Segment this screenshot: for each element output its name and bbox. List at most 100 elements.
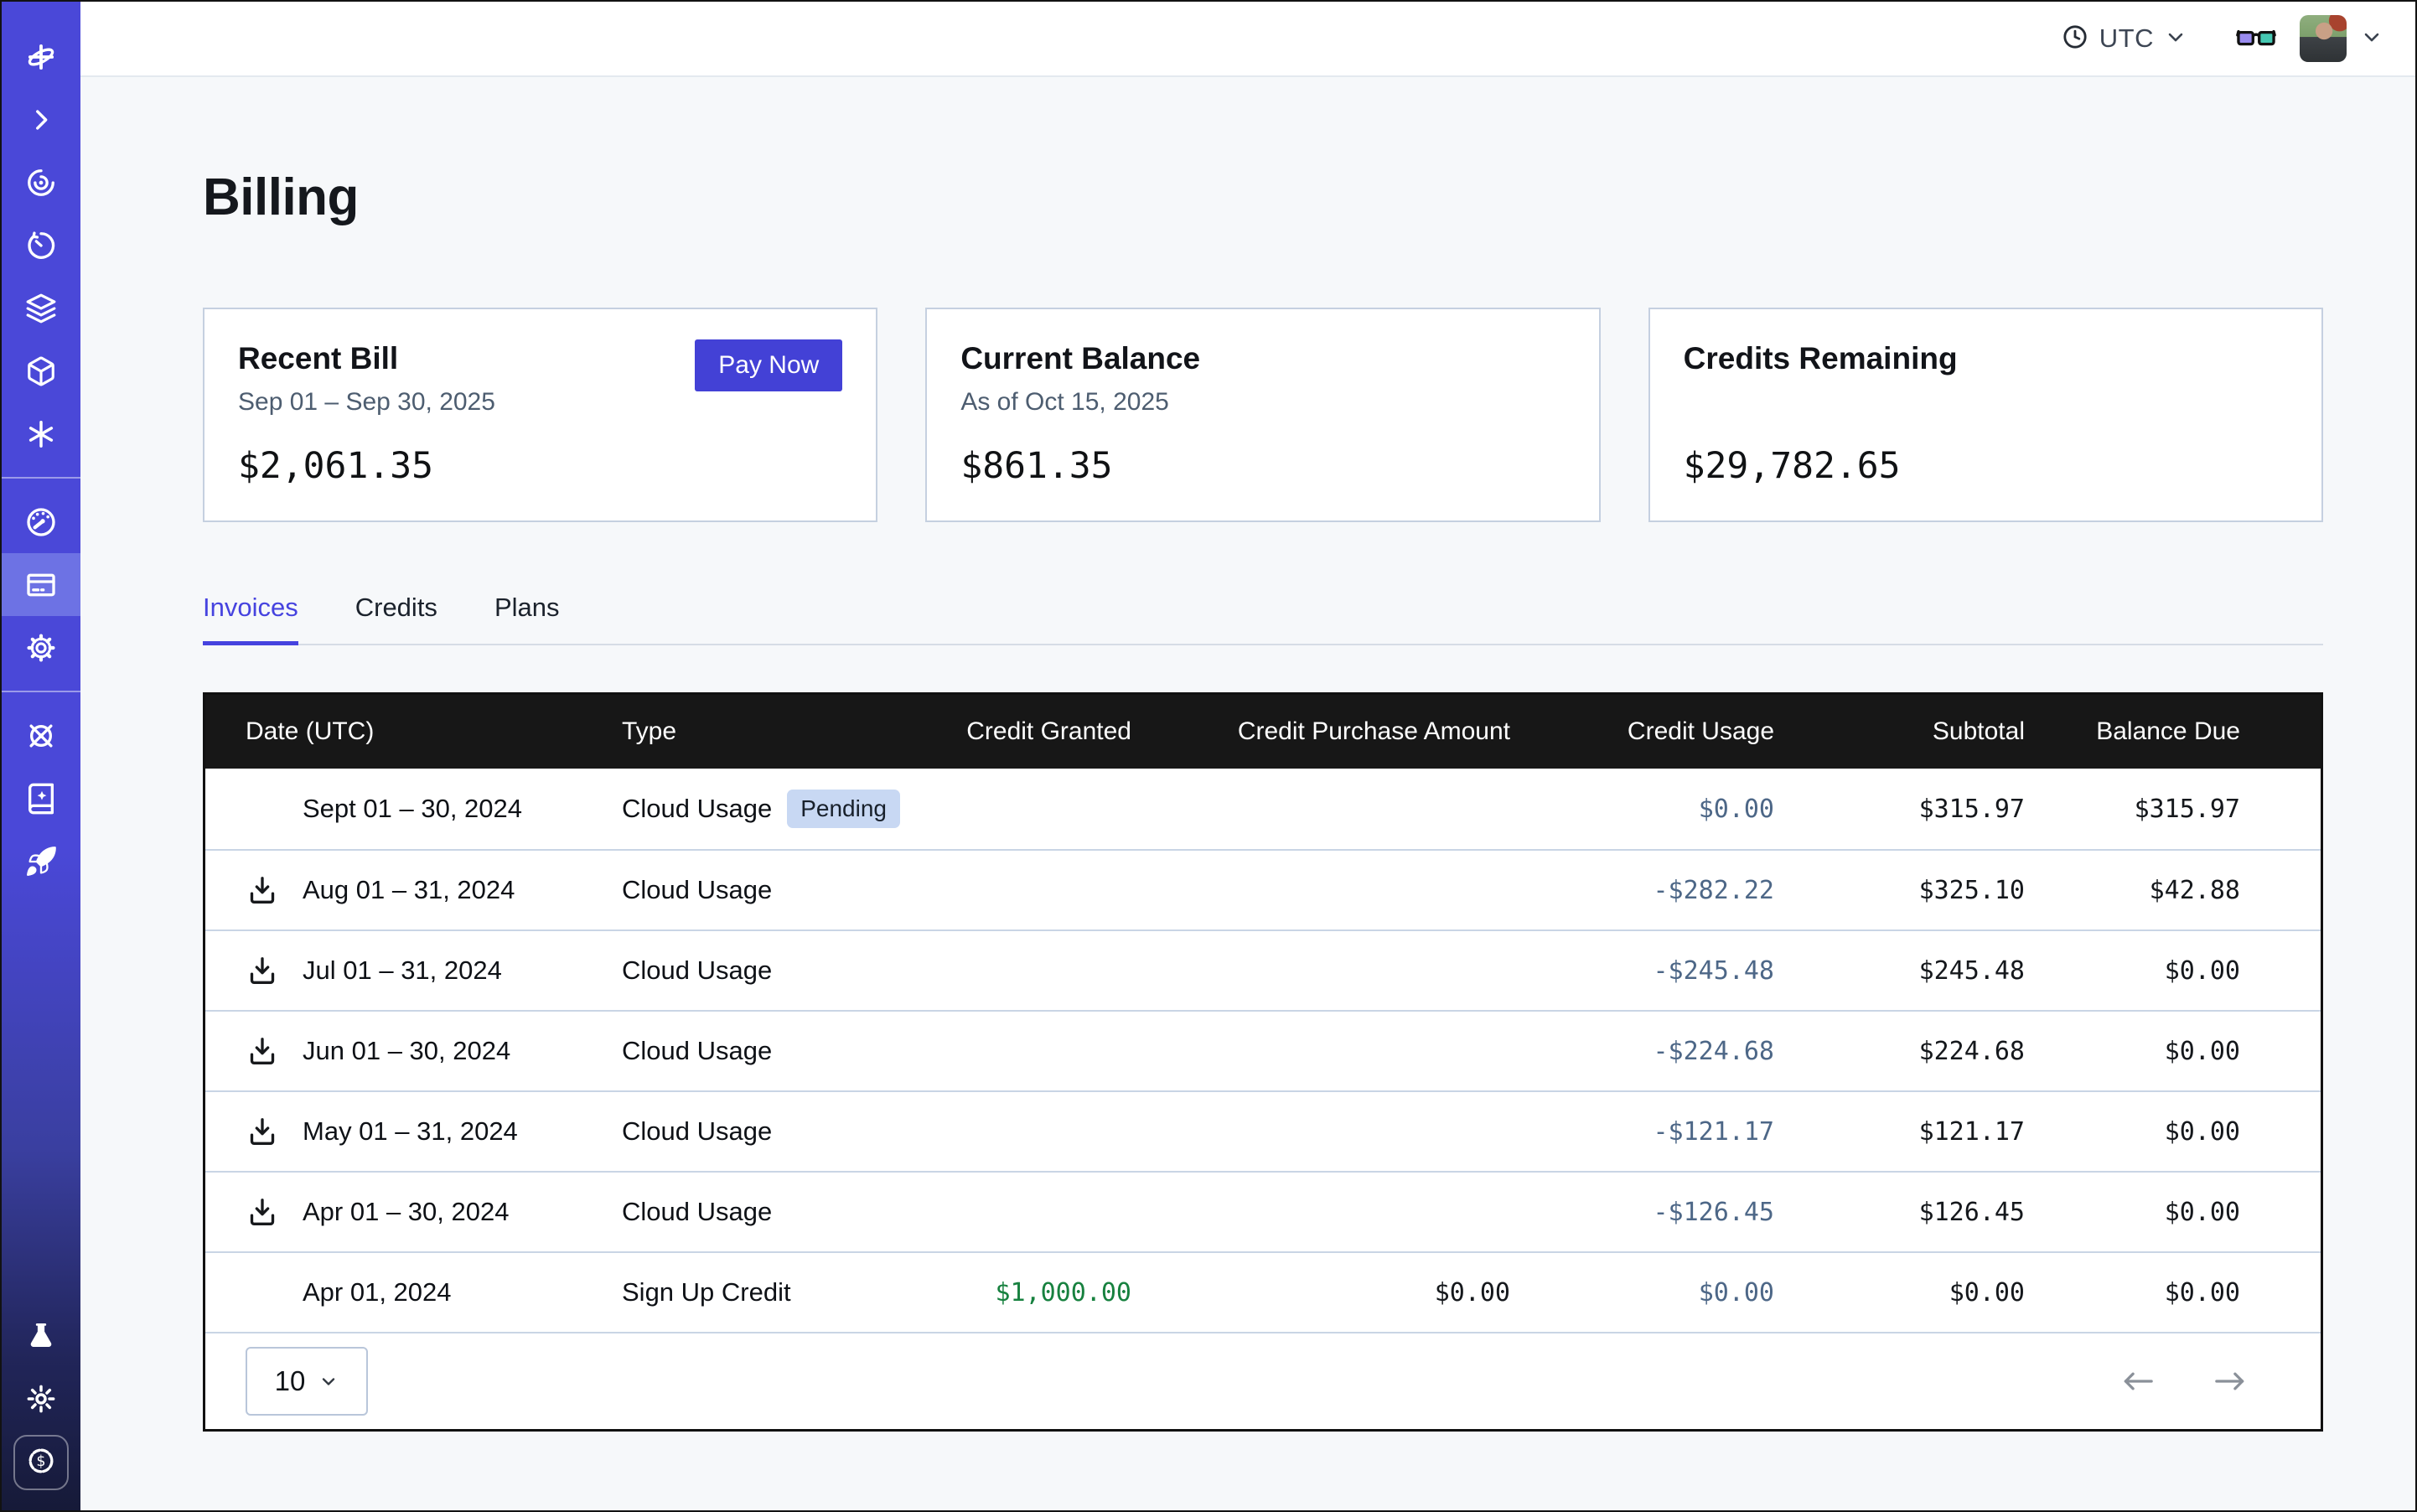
credit-usage-value: -$126.45 [1510,1173,1774,1251]
timezone-label: UTC [2099,23,2154,54]
sidebar-item-packages[interactable] [2,339,80,402]
sidebar-divider [2,477,80,479]
credit-granted-value [873,1173,1131,1251]
sidebar-item-functions[interactable] [2,402,80,465]
download-icon [246,1034,279,1068]
speedometer-icon [24,505,58,539]
subtotal-value: $126.45 [1774,1173,2025,1251]
invoice-period: Apr 01, 2024 [303,1277,452,1307]
sidebar-item-helm[interactable] [2,704,80,767]
invoice-date-cell: Jul 01 – 31, 2024 [205,931,622,1010]
credit-usage-value: -$282.22 [1510,851,1774,929]
user-avatar[interactable] [2300,15,2347,62]
balance-due-value: $315.97 [2025,769,2321,849]
sidebar-item-getting-started[interactable] [2,830,80,893]
page-size-value: 10 [275,1365,306,1397]
table-row: Jun 01 – 30, 2024Cloud Usage-$224.68$224… [205,1010,2321,1090]
credit-usage-value: -$121.17 [1510,1092,1774,1171]
invoice-period: Aug 01 – 31, 2024 [303,875,515,905]
sidebar-item-usage-dashboard[interactable] [2,490,80,553]
credit-granted-value [873,851,1131,929]
recent-bill-amount: $2,061.35 [238,445,842,487]
balance-due-value: $0.00 [2025,1012,2321,1090]
download-invoice-button[interactable] [246,1115,282,1148]
subtotal-value: $245.48 [1774,931,2025,1010]
pay-now-button[interactable]: Pay Now [695,339,842,391]
subtotal-value: $0.00 [1774,1253,2025,1332]
sidebar-divider [2,691,80,692]
invoice-type-cell: Cloud Usage [622,1173,873,1251]
credits-remaining-card: Credits Remaining $29,782.65 [1648,308,2323,522]
invoice-type-cell: Cloud Usage [622,1092,873,1171]
sidebar-item-collapse[interactable] [2,88,80,151]
credit-usage-value: $0.00 [1510,1253,1774,1332]
sidebar-item-observe[interactable] [2,151,80,214]
sidebar-item-theme-toggle[interactable] [24,1367,58,1430]
table-row: Apr 01, 2024Sign Up Credit$1,000.00$0.00… [205,1251,2321,1332]
invoice-period: Jul 01 – 31, 2024 [303,955,502,986]
download-invoice-button[interactable] [246,1195,282,1229]
balance-due-value: $0.00 [2025,1092,2321,1171]
current-balance-amount: $861.35 [960,445,1565,487]
layers-icon [25,293,57,324]
credit-purchase-value [1131,1092,1510,1171]
col-balance-due: Balance Due [2025,695,2321,769]
sun-icon [24,1382,58,1416]
sidebar-item-labs[interactable] [25,1304,57,1367]
clock-icon [2061,23,2089,55]
invoice-type: Cloud Usage [622,1116,772,1147]
previous-page-button[interactable] [2119,1369,2156,1394]
card-subtitle: Sep 01 – Sep 30, 2025 [238,388,842,418]
flask-icon [25,1320,57,1352]
subtotal-value: $224.68 [1774,1012,2025,1090]
balance-due-value: $0.00 [2025,931,2321,1010]
balance-due-value: $0.00 [2025,1253,2321,1332]
download-invoice-button[interactable] [246,873,282,907]
invoice-period: Apr 01 – 30, 2024 [303,1197,509,1227]
balance-due-value: $0.00 [2025,1173,2321,1251]
sidebar-item-layers[interactable] [2,277,80,339]
glasses-icon[interactable] [2236,26,2276,51]
table-body: Sept 01 – 30, 2024Cloud UsagePending$0.0… [205,769,2321,1332]
col-date: Date (UTC) [205,695,622,769]
sidebar-item-history[interactable] [2,214,80,277]
download-icon [246,1115,279,1148]
download-invoice-button[interactable] [246,1034,282,1068]
sidebar-item-settings[interactable] [2,616,80,679]
app-logo[interactable] [2,25,80,88]
ship-wheel-icon [24,719,58,753]
invoice-date-cell: Aug 01 – 31, 2024 [205,851,622,929]
next-page-button[interactable] [2212,1369,2249,1394]
topbar: UTC [80,2,2415,77]
subtotal-value: $121.17 [1774,1092,2025,1171]
invoice-date-cell: Apr 01 – 30, 2024 [205,1173,622,1251]
invoice-type: Sign Up Credit [622,1277,791,1307]
page-title: Billing [203,168,2415,227]
timezone-selector[interactable]: UTC [2061,23,2187,55]
invoice-type: Cloud Usage [622,1197,772,1227]
sidebar-item-docs[interactable] [2,767,80,830]
tab-plans[interactable]: Plans [494,593,560,645]
invoice-date-cell: Apr 01, 2024 [205,1253,622,1332]
book-sparkle-icon [24,782,58,816]
rocket-icon [24,845,58,878]
col-type: Type [622,695,873,769]
billing-tabs: Invoices Credits Plans [203,593,2323,645]
download-invoice-button[interactable] [246,954,282,987]
col-subtotal: Subtotal [1774,695,2025,769]
chevron-down-icon[interactable] [2360,25,2383,53]
page-size-select[interactable]: 10 [246,1347,368,1416]
sidebar-item-billing[interactable] [2,553,80,616]
card-subtitle [1684,388,2288,418]
subtotal-value: $315.97 [1774,769,2025,849]
credits-badge-button[interactable]: $ [13,1435,69,1490]
download-icon [246,954,279,987]
pagination-bar: 10 [205,1332,2321,1429]
credit-granted-value [873,1092,1131,1171]
col-credit-granted: Credit Granted [873,695,1131,769]
tab-invoices[interactable]: Invoices [203,593,298,645]
tab-credits[interactable]: Credits [355,593,437,645]
arrow-left-icon [2119,1369,2156,1394]
invoice-type-cell: Sign Up Credit [622,1253,873,1332]
invoice-type: Cloud Usage [622,955,772,986]
